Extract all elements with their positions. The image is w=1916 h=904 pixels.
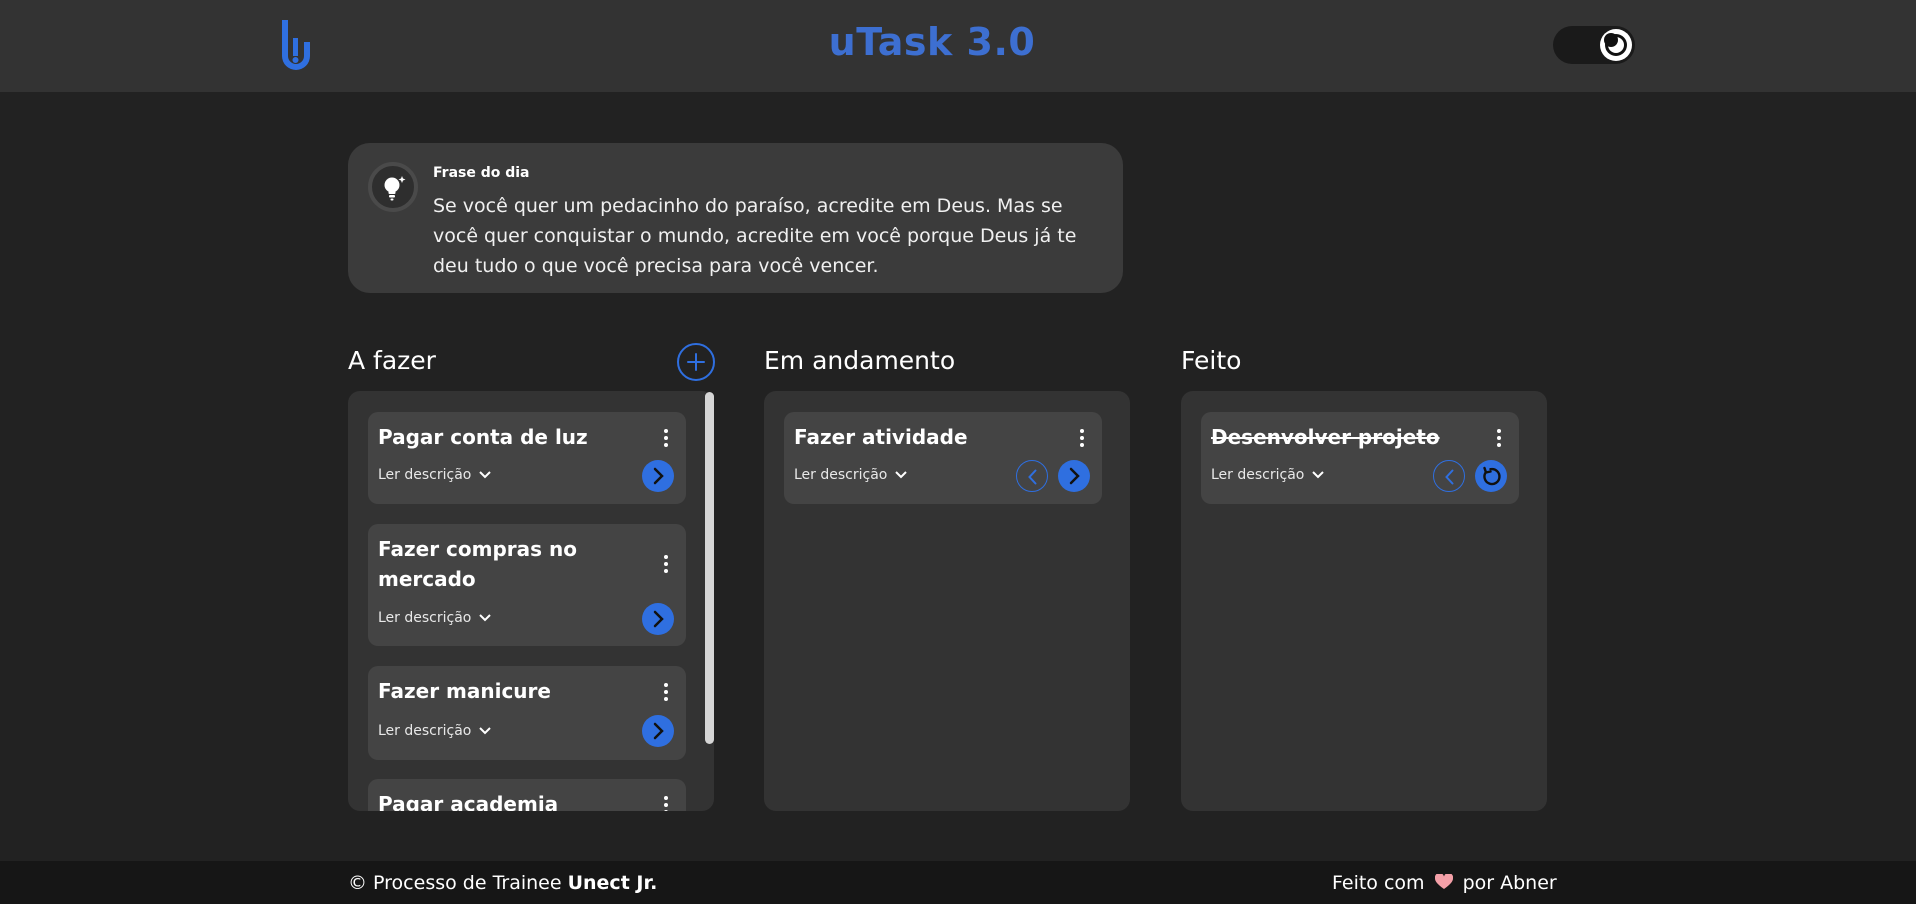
heart-icon: [1434, 872, 1453, 895]
task-card[interactable]: Pagar academia: [368, 779, 686, 811]
more-options-icon[interactable]: [660, 682, 672, 702]
task-card[interactable]: Fazer atividade Ler descrição: [784, 412, 1102, 504]
task-title: Pagar academia: [378, 792, 559, 811]
column-title-todo: A fazer: [348, 346, 436, 375]
column-title-doing: Em andamento: [764, 346, 956, 375]
more-options-icon[interactable]: [660, 428, 672, 448]
move-back-button[interactable]: [1016, 460, 1048, 492]
read-description-toggle[interactable]: Ler descrição: [378, 723, 492, 739]
read-description-toggle[interactable]: Ler descrição: [378, 610, 492, 626]
quote-card: Frase do dia Se você quer um pedacinho d…: [348, 143, 1123, 293]
todo-scrollbar[interactable]: [705, 392, 714, 744]
move-forward-button[interactable]: [1058, 460, 1090, 492]
more-options-icon[interactable]: [660, 795, 672, 811]
task-title: Fazer manicure: [378, 679, 551, 703]
task-card[interactable]: Fazer manicure Ler descrição: [368, 666, 686, 760]
read-description-label: Ler descrição: [378, 610, 472, 626]
theme-toggle[interactable]: [1553, 26, 1635, 64]
header: uTask 3.0: [0, 0, 1916, 92]
column-title-done: Feito: [1181, 346, 1242, 375]
column-doing: Fazer atividade Ler descrição: [764, 391, 1130, 811]
move-forward-button[interactable]: [642, 603, 674, 635]
read-description-toggle[interactable]: Ler descrição: [794, 467, 908, 483]
footer-credits: © Processo de Trainee Unect Jr.: [348, 872, 657, 894]
task-title: Fazer atividade: [794, 425, 968, 449]
move-back-button[interactable]: [1433, 460, 1465, 492]
task-title: Fazer compras no mercado: [378, 537, 577, 591]
task-card[interactable]: Pagar conta de luz Ler descrição: [368, 412, 686, 504]
moon-icon: [1600, 29, 1632, 61]
read-description-label: Ler descrição: [378, 723, 472, 739]
read-description-toggle[interactable]: Ler descrição: [1211, 467, 1325, 483]
task-title: Desenvolver projeto: [1211, 425, 1440, 449]
quote-text: Se você quer um pedacinho do paraíso, ac…: [433, 195, 1077, 277]
made-with-text: Feito com: [1332, 872, 1425, 894]
add-task-button[interactable]: [677, 343, 715, 381]
more-options-icon[interactable]: [1076, 428, 1088, 448]
task-card[interactable]: Desenvolver projeto Ler descrição: [1201, 412, 1519, 504]
read-description-label: Ler descrição: [1211, 467, 1305, 483]
lightbulb-icon: [368, 162, 418, 212]
move-forward-button[interactable]: [642, 715, 674, 747]
column-todo: Pagar conta de luz Ler descrição Fazer c…: [348, 391, 714, 811]
task-title: Pagar conta de luz: [378, 425, 588, 449]
move-forward-button[interactable]: [642, 460, 674, 492]
read-description-label: Ler descrição: [378, 467, 472, 483]
column-done: Desenvolver projeto Ler descrição: [1181, 391, 1547, 811]
read-description-toggle[interactable]: Ler descrição: [378, 467, 492, 483]
footer-author: Feito com por Abner: [1332, 872, 1557, 895]
quote-label: Frase do dia: [433, 165, 530, 181]
task-card[interactable]: Fazer compras no mercado Ler descrição: [368, 524, 686, 646]
chevron-down-icon: [1312, 467, 1325, 483]
org-name: Unect Jr.: [567, 872, 658, 894]
copyright-text: © Processo de Trainee: [348, 872, 562, 894]
read-description-label: Ler descrição: [794, 467, 888, 483]
chevron-down-icon: [479, 467, 492, 483]
more-options-icon[interactable]: [1493, 428, 1505, 448]
chevron-down-icon: [479, 610, 492, 626]
footer: © Processo de Trainee Unect Jr. Feito co…: [0, 861, 1916, 904]
author-text: por Abner: [1462, 872, 1557, 894]
restart-icon[interactable]: [1475, 460, 1507, 492]
chevron-down-icon: [479, 723, 492, 739]
chevron-down-icon: [895, 467, 908, 483]
more-options-icon[interactable]: [660, 554, 672, 574]
